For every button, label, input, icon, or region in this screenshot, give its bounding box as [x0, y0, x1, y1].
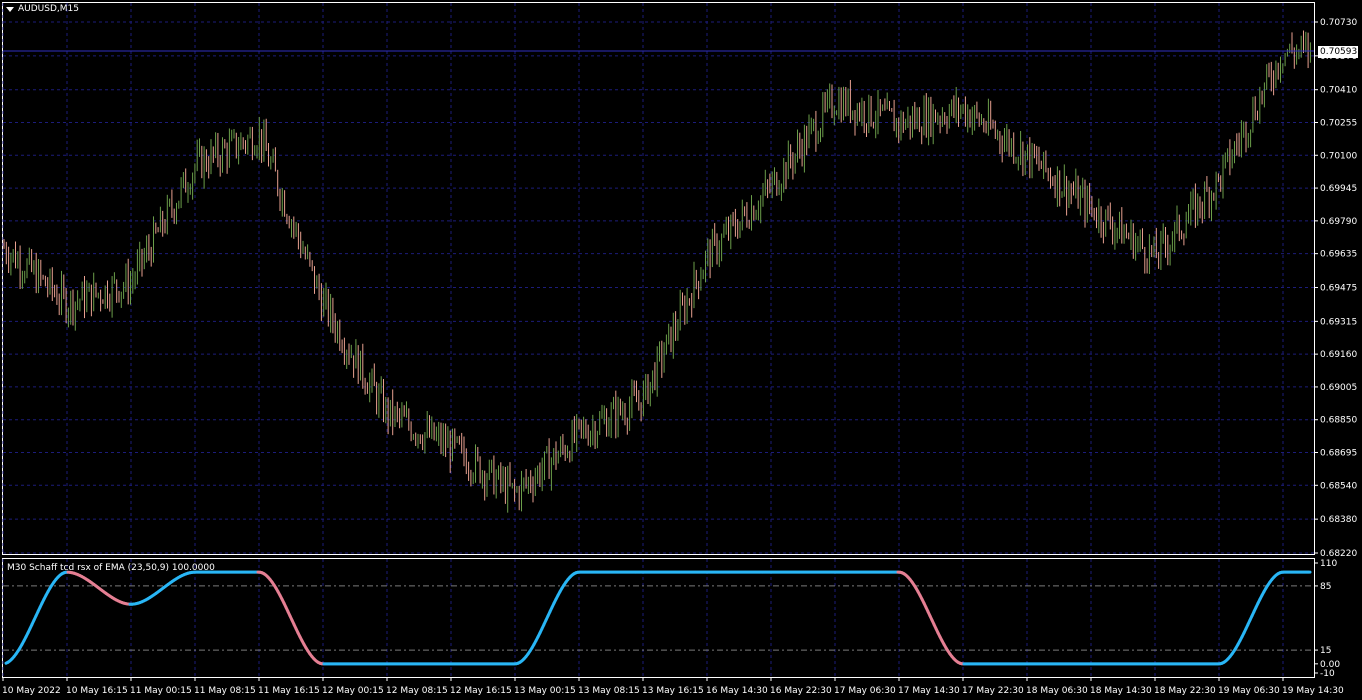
price-tick-label: 0.68695	[1320, 449, 1357, 459]
time-tick-label: 10 May 16:15	[66, 686, 128, 696]
indicator-tick-label: -10	[1320, 669, 1335, 679]
time-axis[interactable]: 10 May 2022 10 May 16:15 11 May 00:15 11 Ma…	[2, 677, 1344, 696]
price-tick-label: 0.68380	[1320, 515, 1357, 525]
symbol-menu-triangle-icon[interactable]	[6, 7, 14, 12]
price-tick-label: 0.70100	[1320, 151, 1357, 161]
price-tick-label: 0.69635	[1320, 250, 1357, 260]
time-tick-label: 13 May 16:15	[642, 686, 704, 696]
time-tick-label: 11 May 08:15	[194, 686, 256, 696]
time-tick-label: 10 May 2022	[2, 686, 61, 696]
time-tick-label: 17 May 14:30	[898, 686, 960, 696]
price-tick-label: 0.69005	[1320, 383, 1357, 393]
current-price-tag: 0.70593	[1318, 46, 1358, 58]
time-tick-label: 19 May 14:30	[1282, 686, 1344, 696]
price-axis[interactable]: 0.707300.705700.704100.702550.701000.699…	[1314, 18, 1357, 559]
price-tick-label: 0.68220	[1320, 549, 1357, 559]
indicator-tick-label: 110	[1320, 559, 1337, 569]
trading-chart[interactable]: 0.707300.705700.704100.702550.701000.699…	[0, 0, 1362, 700]
time-tick-label: 16 May 14:30	[706, 686, 768, 696]
price-tick-label: 0.69790	[1320, 217, 1357, 227]
indicator-tick-label: 85	[1320, 582, 1331, 592]
price-tick-label: 0.69475	[1320, 284, 1357, 294]
price-tick-label: 0.70410	[1320, 86, 1357, 96]
time-tick-label: 12 May 00:15	[322, 686, 384, 696]
indicator-title: M30 Schaff tcd rsx of EMA (23,50,9) 100.…	[7, 563, 215, 573]
main-chart-frame[interactable]	[2, 2, 1315, 555]
time-tick-label: 13 May 00:15	[514, 686, 576, 696]
time-tick-label: 18 May 06:30	[1026, 686, 1088, 696]
indicator-frame[interactable]	[2, 558, 1315, 678]
time-tick-label: 16 May 22:30	[770, 686, 832, 696]
time-tick-label: 19 May 06:30	[1218, 686, 1280, 696]
price-tick-label: 0.69160	[1320, 350, 1357, 360]
time-tick-label: 11 May 00:15	[130, 686, 192, 696]
time-tick-label: 17 May 06:30	[834, 686, 896, 696]
price-tick-label: 0.69945	[1320, 184, 1357, 194]
price-tick-label: 0.68850	[1320, 416, 1357, 426]
time-tick-label: 11 May 16:15	[258, 686, 320, 696]
time-tick-label: 12 May 08:15	[386, 686, 448, 696]
price-tick-label: 0.70730	[1320, 18, 1357, 28]
price-tick-label: 0.70255	[1320, 118, 1357, 128]
price-tick-label: 0.68540	[1320, 481, 1357, 491]
indicator-tick-label: 15	[1320, 646, 1331, 656]
indicator-axis[interactable]: 11085150.00-10	[1314, 559, 1340, 679]
time-tick-label: 17 May 22:30	[962, 686, 1024, 696]
time-tick-label: 18 May 14:30	[1090, 686, 1152, 696]
time-tick-label: 18 May 22:30	[1154, 686, 1216, 696]
time-tick-label: 12 May 16:15	[450, 686, 512, 696]
time-tick-label: 13 May 08:15	[578, 686, 640, 696]
symbol-title: AUDUSD,M15	[18, 4, 79, 14]
price-tick-label: 0.69315	[1320, 317, 1357, 327]
